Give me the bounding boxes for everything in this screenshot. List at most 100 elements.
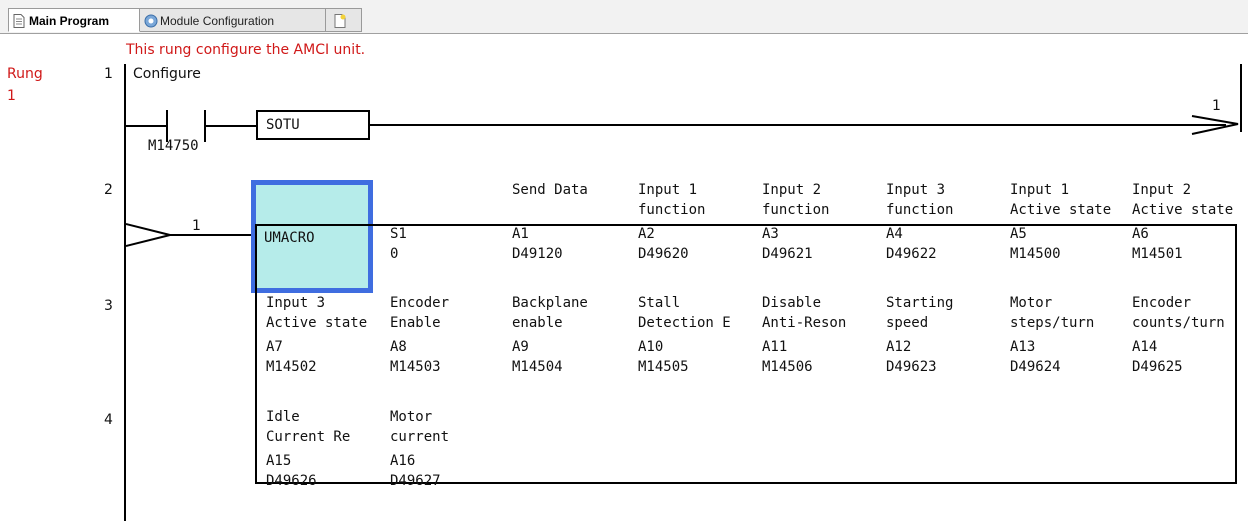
param-value: D49627 (390, 473, 441, 489)
tab-bar: Main Program Module Configuration (0, 0, 1248, 34)
tab-main-program[interactable]: Main Program (8, 8, 140, 32)
param-name: A10 (638, 339, 664, 355)
macro-param-cell[interactable]: Backplane enable A9 M14504 (510, 293, 628, 377)
macro-param-cell[interactable]: Motor current A16 D49627 (388, 407, 506, 491)
param-description: Send Data (512, 182, 588, 198)
param-description: Motor (1010, 295, 1053, 311)
line-number: 4 (104, 412, 113, 428)
param-description: Input 1 (638, 182, 698, 198)
param-value: M14501 (1132, 246, 1183, 262)
param-description: counts/turn (1132, 315, 1225, 331)
macro-param-cell[interactable]: Starting speed A12 D49623 (884, 293, 1002, 377)
sotu-label: SOTU (266, 117, 300, 133)
param-value: D49625 (1132, 359, 1183, 375)
param-description: Encoder (1132, 295, 1192, 311)
param-name: A8 (390, 339, 407, 355)
param-name: A12 (886, 339, 912, 355)
macro-param-cell[interactable]: Idle Current Re A15 D49626 (264, 407, 382, 491)
param-description: Encoder (390, 295, 450, 311)
param-description: current (390, 429, 450, 445)
param-value: D49623 (886, 359, 937, 375)
param-description: Current Re (266, 429, 351, 445)
param-value: M14500 (1010, 246, 1061, 262)
wire (370, 124, 1226, 126)
param-value: M14506 (762, 359, 813, 375)
param-description: Active state (266, 315, 368, 331)
tab-label: Module Configuration (160, 14, 275, 28)
wire (168, 234, 258, 236)
param-value: D49621 (762, 246, 813, 262)
param-description: Detection E (638, 315, 731, 331)
line-number: 1 (104, 66, 113, 82)
macro-param-cell[interactable]: Encoder Enable A8 M14503 (388, 293, 506, 377)
umacro-label: UMACRO (264, 230, 315, 246)
macro-param-cell[interactable]: Input 3 Active state A7 M14502 (264, 293, 382, 377)
tab-label: Main Program (29, 14, 110, 28)
param-name: A14 (1132, 339, 1158, 355)
param-description: Input 3 (886, 182, 946, 198)
macro-param-cell[interactable]: Disable Anti-Reson A11 M14506 (760, 293, 878, 377)
param-description: Disable (762, 295, 822, 311)
param-description: Active state (1132, 202, 1234, 218)
param-description: Input 2 (1132, 182, 1192, 198)
macro-param-cell[interactable]: Input 2 Active state A6 M14501 (1130, 180, 1248, 264)
param-description: steps/turn (1010, 315, 1095, 331)
param-description: Input 3 (266, 295, 326, 311)
left-power-rail (124, 64, 126, 521)
macro-param-cell[interactable]: S1 0 (388, 180, 506, 264)
rung-comment: This rung configure the AMCI unit. (126, 42, 366, 58)
macro-param-cell[interactable]: Encoder counts/turn A14 D49625 (1130, 293, 1248, 377)
param-name: A5 (1010, 226, 1027, 242)
param-description: Starting (886, 295, 954, 311)
param-name: A13 (1010, 339, 1036, 355)
param-description: Backplane (512, 295, 588, 311)
param-name: A3 (762, 226, 779, 242)
document-icon (13, 14, 25, 28)
param-description: Anti-Reson (762, 315, 847, 331)
param-description: function (886, 202, 954, 218)
macro-param-cell[interactable]: Input 3 function A4 D49622 (884, 180, 1002, 264)
macro-param-cell[interactable]: Stall Detection E A10 M14505 (636, 293, 754, 377)
param-description: Active state (1010, 202, 1112, 218)
param-name: A15 (266, 453, 292, 469)
rung-number: 1 (7, 88, 16, 104)
param-name: A9 (512, 339, 529, 355)
param-name: S1 (390, 226, 407, 242)
param-description: Stall (638, 295, 681, 311)
param-value: M14505 (638, 359, 689, 375)
line-number: 3 (104, 298, 113, 314)
line-number: 2 (104, 182, 113, 198)
macro-param-cell[interactable]: Input 1 function A2 D49620 (636, 180, 754, 264)
param-description: Input 2 (762, 182, 822, 198)
param-description: Motor (390, 409, 433, 425)
input-connector-number: 1 (192, 218, 201, 234)
rung-label: Rung (7, 66, 43, 82)
macro-param-cell[interactable]: Motor steps/turn A13 D49624 (1008, 293, 1126, 377)
contact-address: M14750 (148, 138, 199, 154)
param-name: A6 (1132, 226, 1149, 242)
wire (206, 125, 256, 127)
param-value: D49624 (1010, 359, 1061, 375)
param-description: enable (512, 315, 563, 331)
macro-param-cell[interactable]: Input 2 function A3 D49621 (760, 180, 878, 264)
param-value: M14504 (512, 359, 563, 375)
param-value: 0 (390, 246, 399, 262)
tab-module-configuration[interactable]: Module Configuration (140, 8, 326, 32)
output-connector-number: 1 (1212, 98, 1221, 114)
param-name: A1 (512, 226, 529, 242)
right-power-rail (1240, 64, 1242, 132)
param-value: D49620 (638, 246, 689, 262)
param-value: D49120 (512, 246, 563, 262)
param-description: Input 1 (1010, 182, 1070, 198)
tab-new[interactable] (326, 8, 362, 32)
param-name: A16 (390, 453, 416, 469)
sotu-box[interactable]: SOTU (256, 110, 370, 140)
input-connector-arrow (126, 223, 171, 247)
param-value: D49622 (886, 246, 937, 262)
macro-param-cell[interactable]: Input 1 Active state A5 M14500 (1008, 180, 1126, 264)
macro-param-cell[interactable]: Send Data A1 D49120 (510, 180, 628, 264)
param-value: M14502 (266, 359, 317, 375)
param-value: M14503 (390, 359, 441, 375)
param-description: function (638, 202, 706, 218)
rung-title: Configure (133, 66, 201, 82)
